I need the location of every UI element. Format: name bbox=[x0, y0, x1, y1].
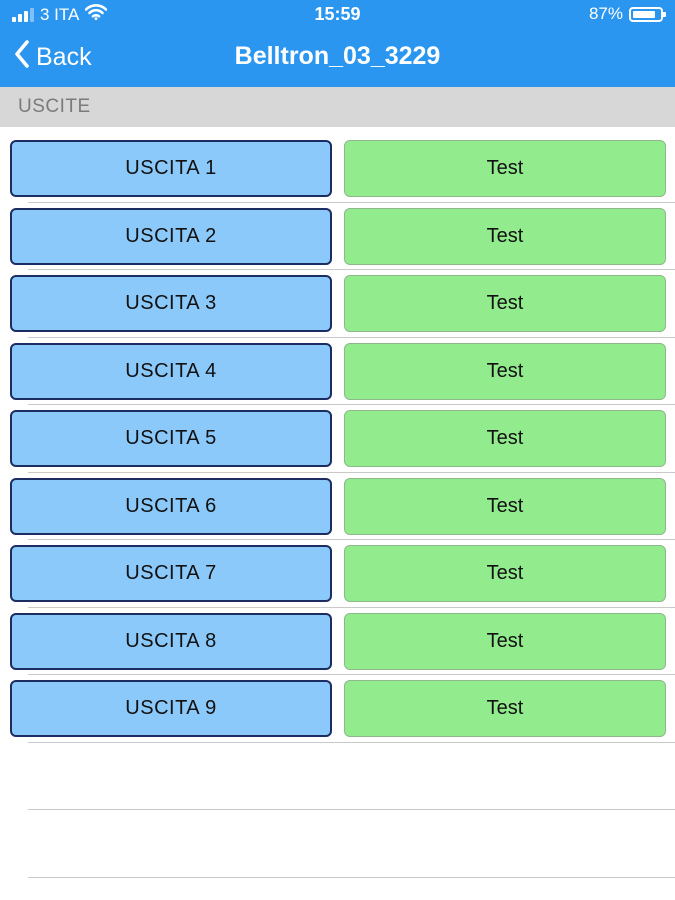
back-label: Back bbox=[36, 43, 92, 71]
section-header-label: USCITE bbox=[18, 96, 91, 117]
list-item: USCITA 9 Test bbox=[0, 675, 675, 743]
list-item: USCITA 7 Test bbox=[0, 540, 675, 608]
battery-icon bbox=[629, 6, 666, 22]
test-button[interactable]: Test bbox=[344, 140, 666, 197]
back-button[interactable]: Back bbox=[14, 40, 92, 75]
list-item: USCITA 8 Test bbox=[0, 608, 675, 675]
battery-fill bbox=[633, 10, 656, 18]
status-right: 87% bbox=[588, 4, 666, 24]
status-time: 15:59 bbox=[314, 4, 361, 24]
list-item: USCITA 5 Test bbox=[0, 405, 675, 473]
output-button[interactable]: USCITA 2 bbox=[10, 207, 332, 265]
list-item: USCITA 1 Test bbox=[0, 135, 675, 203]
navigation-bar: Back Belltron_03_3229 bbox=[0, 30, 675, 87]
battery-nub bbox=[663, 11, 666, 17]
output-button[interactable]: USCITA 8 bbox=[10, 612, 332, 670]
empty-row-divider bbox=[28, 876, 675, 878]
output-button[interactable]: USCITA 7 bbox=[10, 545, 332, 602]
test-button[interactable]: Test bbox=[344, 342, 666, 400]
list-item: USCITA 3 Test bbox=[0, 270, 675, 338]
output-button[interactable]: USCITA 3 bbox=[10, 275, 332, 332]
output-button[interactable]: USCITA 5 bbox=[10, 410, 332, 467]
output-button[interactable]: USCITA 4 bbox=[10, 342, 332, 400]
status-bar: 3 ITA 15:59 87% bbox=[0, 0, 675, 30]
test-button[interactable]: Test bbox=[344, 477, 666, 535]
test-button[interactable]: Test bbox=[344, 612, 666, 670]
test-button[interactable]: Test bbox=[344, 410, 666, 467]
output-button[interactable]: USCITA 6 bbox=[10, 477, 332, 535]
list-item: USCITA 6 Test bbox=[0, 473, 675, 540]
page-title: Belltron_03_3229 bbox=[234, 42, 441, 70]
output-list: USCITA 1 Test USCITA 2 Test USCITA 3 Test USCI… bbox=[0, 135, 675, 743]
test-button[interactable]: Test bbox=[344, 680, 666, 737]
row-divider bbox=[28, 741, 675, 743]
test-button[interactable]: Test bbox=[344, 545, 666, 602]
chevron-left-icon bbox=[14, 40, 30, 75]
battery-percent: 87% bbox=[588, 4, 623, 23]
output-button[interactable]: USCITA 1 bbox=[10, 140, 332, 197]
empty-row-divider bbox=[28, 809, 675, 810]
top-bar: 3 ITA 15:59 87% Back Belltron_03_3229 bbox=[0, 0, 675, 87]
list-item: USCITA 4 Test bbox=[0, 338, 675, 405]
list-item: USCITA 2 Test bbox=[0, 203, 675, 270]
test-button[interactable]: Test bbox=[344, 275, 666, 332]
output-button[interactable]: USCITA 9 bbox=[10, 680, 332, 737]
test-button[interactable]: Test bbox=[344, 207, 666, 265]
section-header: USCITE bbox=[0, 87, 675, 127]
